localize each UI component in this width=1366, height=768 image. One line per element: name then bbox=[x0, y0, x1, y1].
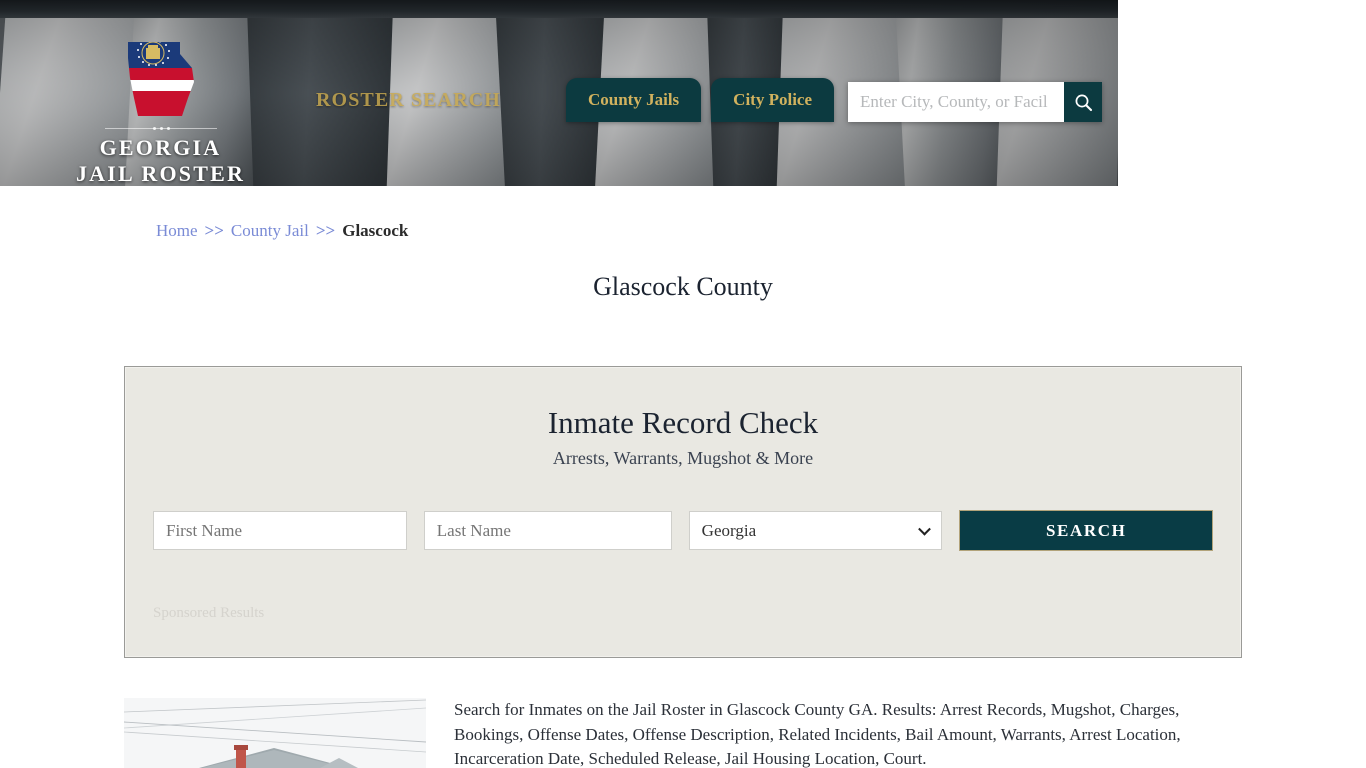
last-name-input[interactable] bbox=[423, 511, 672, 550]
search-button[interactable]: SEARCH bbox=[959, 510, 1214, 551]
breadcrumb-separator-1: >> bbox=[204, 221, 224, 240]
header-search-input[interactable] bbox=[848, 82, 1064, 122]
state-select-value: Georgia bbox=[701, 520, 757, 540]
page-root: GEORGIA JAIL ROSTER ROSTER SEARCH County… bbox=[0, 0, 1366, 768]
logo-text-line2: JAIL ROSTER bbox=[75, 160, 246, 186]
site-header-banner: GEORGIA JAIL ROSTER ROSTER SEARCH County… bbox=[0, 0, 1118, 186]
nav-county-jails[interactable]: County Jails bbox=[566, 78, 702, 122]
breadcrumb-home[interactable]: Home bbox=[156, 221, 198, 240]
nav-city-police[interactable]: City Police bbox=[711, 78, 835, 122]
chevron-down-icon bbox=[918, 522, 932, 536]
georgia-state-flag-icon bbox=[122, 38, 200, 120]
sponsored-results-label: Sponsored Results bbox=[153, 605, 265, 621]
card-title: Inmate Record Check bbox=[547, 405, 819, 440]
first-name-input[interactable] bbox=[153, 511, 407, 550]
card-subtitle: Arrests, Warrants, Mugshot & More bbox=[552, 448, 814, 468]
search-icon bbox=[1075, 94, 1092, 111]
content-section: Search for Inmates on the Jail Roster in… bbox=[124, 698, 1242, 768]
state-select[interactable]: Georgia bbox=[688, 511, 943, 550]
page-title: Glascock County bbox=[593, 272, 773, 301]
inmate-search-form: Georgia SEARCH bbox=[153, 510, 1214, 551]
header-search-button[interactable] bbox=[1064, 82, 1102, 122]
header-search-group bbox=[848, 82, 1102, 122]
breadcrumb: Home >> County Jail >> Glascock bbox=[156, 221, 408, 241]
breadcrumb-separator-2: >> bbox=[315, 221, 336, 240]
breadcrumb-county-jail[interactable]: County Jail bbox=[231, 221, 309, 240]
logo-text-line1: GEORGIA bbox=[99, 135, 222, 160]
content-description: Search for Inmates on the Jail Roster in… bbox=[454, 700, 1181, 768]
site-logo[interactable]: GEORGIA JAIL ROSTER bbox=[63, 38, 258, 186]
inmate-record-check-card: Inmate Record Check Arrests, Warrants, M… bbox=[124, 366, 1242, 658]
content-thumbnail[interactable] bbox=[124, 698, 426, 768]
header-tagline: ROSTER SEARCH bbox=[316, 89, 501, 111]
logo-divider bbox=[104, 126, 217, 130]
main-navigation: County Jails City Police bbox=[566, 78, 835, 122]
breadcrumb-current: Glascock bbox=[342, 221, 409, 240]
